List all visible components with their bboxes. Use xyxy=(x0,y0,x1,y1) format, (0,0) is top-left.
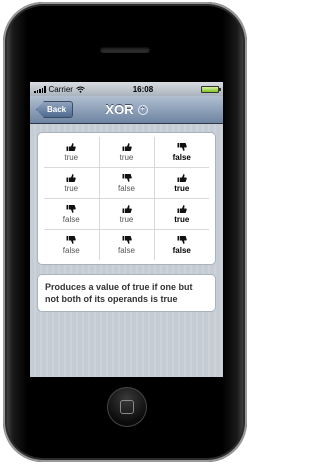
status-bar: Carrier 16:08 xyxy=(30,82,223,96)
operand-a-cell: true xyxy=(44,137,99,168)
thumbs-down-icon xyxy=(177,143,187,151)
result-cell: false xyxy=(153,137,209,168)
operand-a-cell-label: false xyxy=(62,215,80,224)
description-text: Produces a value of true if one but not … xyxy=(45,282,193,304)
signal-bars-icon xyxy=(34,85,46,93)
home-button[interactable] xyxy=(107,387,147,427)
back-button[interactable]: Back xyxy=(36,101,74,118)
thumbs-up-icon xyxy=(177,205,187,213)
result-cell-label: true xyxy=(174,215,190,224)
truth-table-row: true true false xyxy=(44,137,209,168)
operand-a-cell: true xyxy=(44,167,99,199)
operand-a-cell-label: true xyxy=(64,153,79,162)
status-left: Carrier xyxy=(34,85,85,94)
result-cell: true xyxy=(153,167,209,199)
carrier-label: Carrier xyxy=(48,84,73,94)
content-area: true true false true false true false true true f… xyxy=(30,124,223,377)
thumbs-down-icon xyxy=(177,236,187,244)
result-cell-label: false xyxy=(172,153,191,162)
operand-b-cell-label: true xyxy=(119,153,134,162)
thumbs-down-icon xyxy=(66,205,76,213)
thumbs-down-icon xyxy=(66,236,76,244)
operand-a-cell-label: true xyxy=(64,184,79,193)
iphone-frame: Carrier 16:08 Back XOR + true true false tr… xyxy=(3,2,247,462)
operand-a-cell: false xyxy=(44,198,99,230)
nav-title-group: XOR + xyxy=(105,102,148,117)
operand-b-cell-label: false xyxy=(118,246,135,255)
status-time: 16:08 xyxy=(132,84,154,94)
operand-b-cell-label: true xyxy=(119,215,134,224)
thumbs-up-icon xyxy=(122,205,132,213)
result-cell-label: true xyxy=(174,184,190,193)
earpiece-speaker xyxy=(100,47,150,53)
thumbs-up-icon xyxy=(122,143,132,151)
truth-table-row: true false true xyxy=(44,167,209,199)
truth-table-row: false true true xyxy=(44,198,209,230)
thumbs-up-icon xyxy=(66,174,76,182)
battery-icon xyxy=(200,85,221,93)
navigation-bar: Back XOR + xyxy=(30,96,223,124)
operand-b-cell: false xyxy=(98,229,154,260)
result-cell-label: false xyxy=(172,246,191,255)
truth-table: true true false true false true false true true f… xyxy=(44,137,209,260)
operand-b-cell: true xyxy=(98,198,154,230)
result-cell: true xyxy=(153,198,209,230)
operand-a-cell: false xyxy=(44,229,99,260)
truth-table-row: false false false xyxy=(44,229,209,260)
info-circle-icon[interactable]: + xyxy=(137,104,148,115)
thumbs-down-icon xyxy=(122,174,132,182)
operand-b-cell: false xyxy=(98,167,154,199)
wifi-icon xyxy=(76,86,85,93)
thumbs-up-icon xyxy=(66,143,76,151)
operand-b-cell-label: false xyxy=(118,184,135,193)
thumbs-down-icon xyxy=(122,236,132,244)
thumbs-up-icon xyxy=(177,174,187,182)
description-card: Produces a value of true if one but not … xyxy=(37,274,216,312)
page-title: XOR xyxy=(105,102,134,117)
result-cell: false xyxy=(153,229,209,260)
truth-table-card: true true false true false true false true true f… xyxy=(37,132,216,265)
operand-b-cell: true xyxy=(98,137,154,168)
operand-a-cell-label: false xyxy=(62,246,80,255)
screen: Carrier 16:08 Back XOR + true true false tr… xyxy=(30,82,223,377)
